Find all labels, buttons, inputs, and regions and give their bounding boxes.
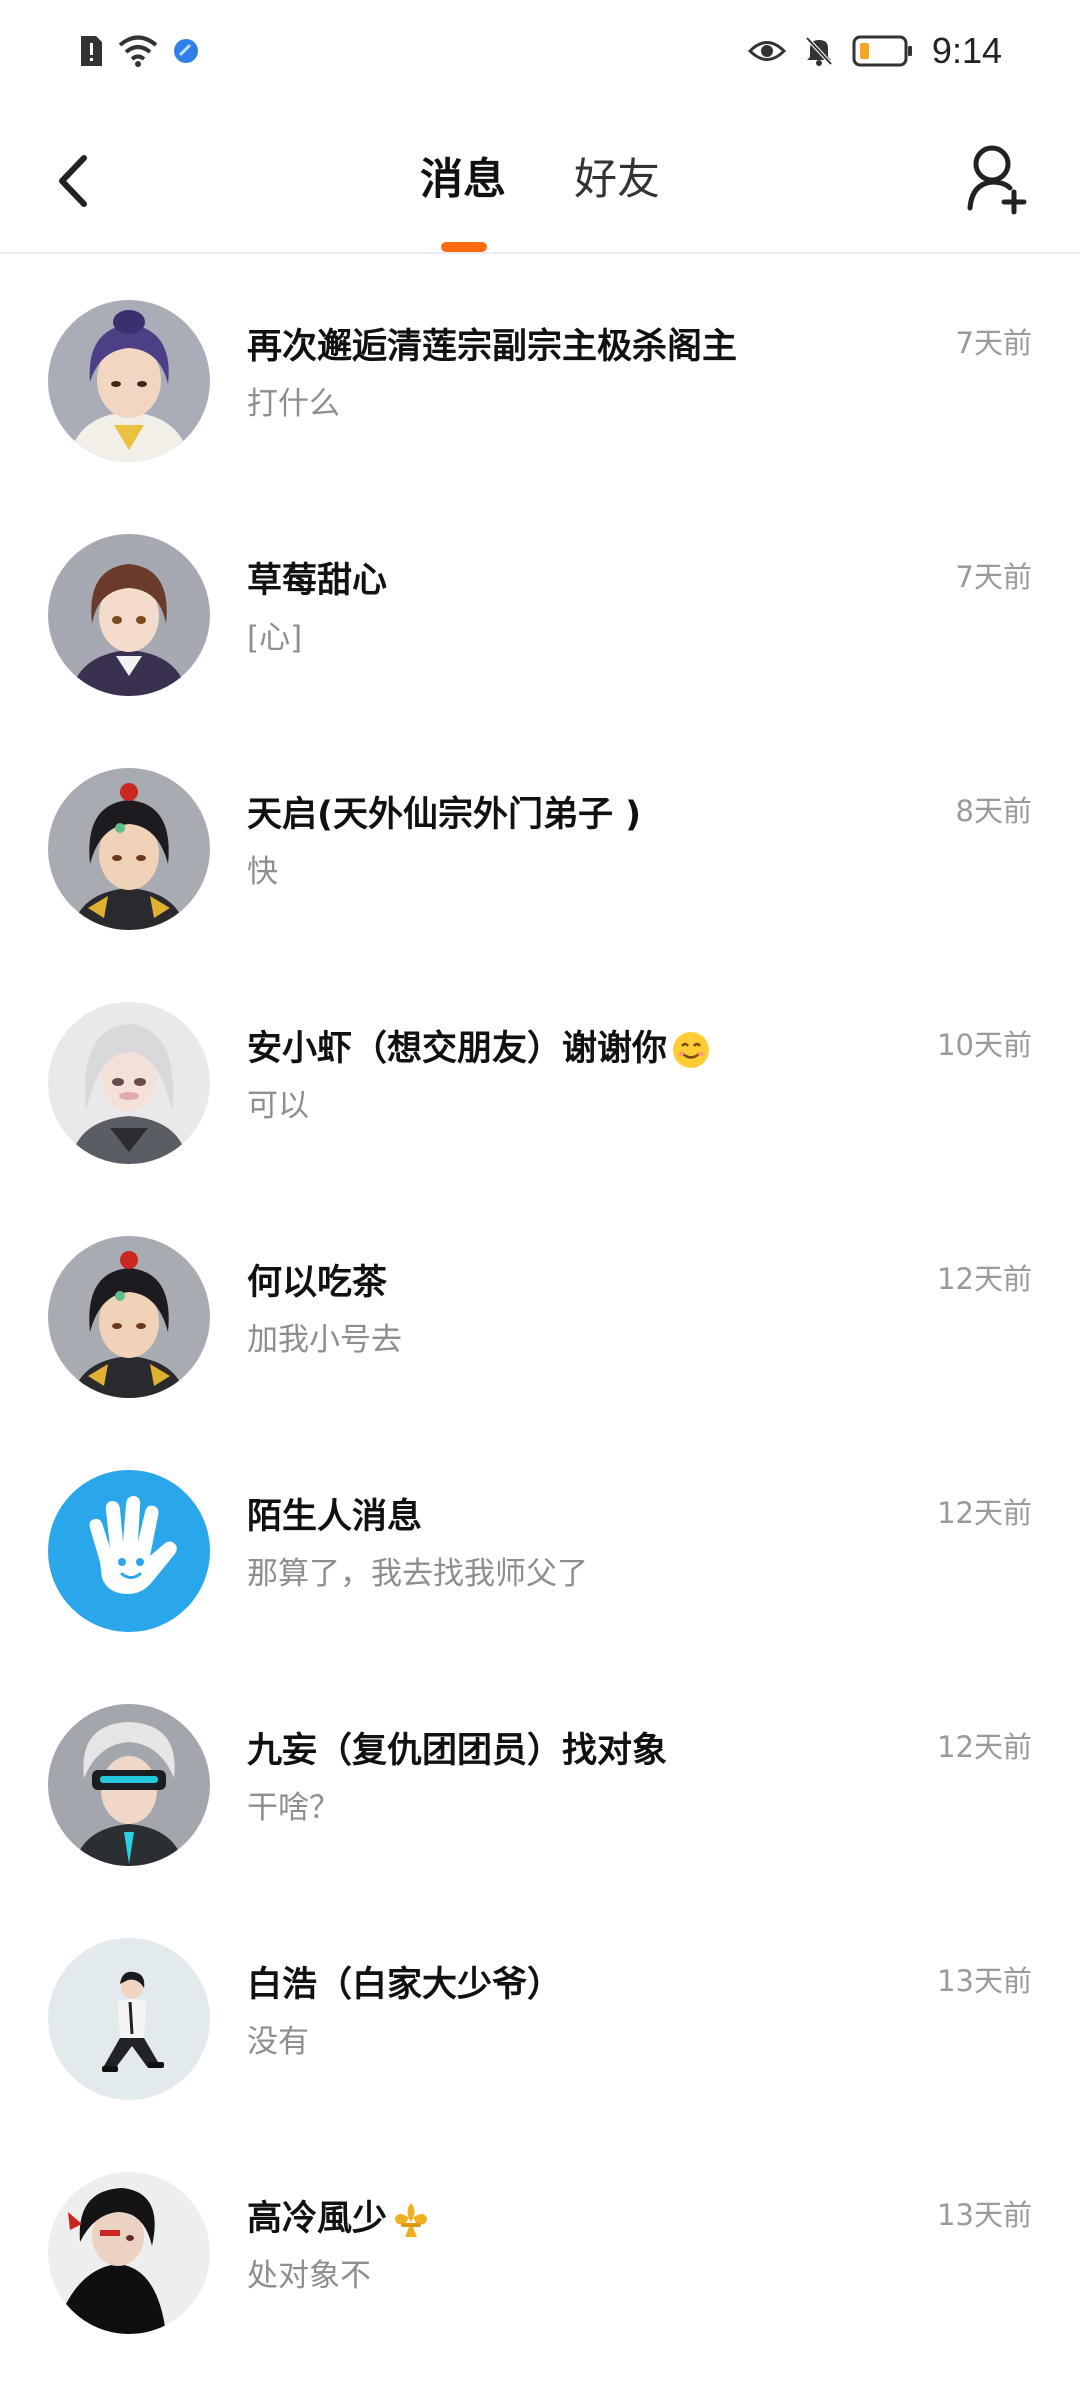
status-bar: 9:14 [0,0,1080,110]
anime-dark-figure-avatar[interactable] [48,2172,210,2334]
conversation-item[interactable]: 天启(天外仙宗外门弟子 ) 快 8天前 [0,720,1080,954]
anime-sitting-figure-avatar[interactable] [48,1938,210,2100]
last-message-preview: 没有 [247,2024,309,2060]
contact-name: 天启(天外仙宗外门弟子 ) [247,795,642,835]
last-message-preview: 可以 [247,1088,309,1124]
last-message-preview: 快 [247,854,278,890]
stranger-hand-icon[interactable] [48,1470,210,1632]
message-time: 7天前 [955,326,1032,360]
last-message-preview: 干啥？ [247,1790,340,1826]
add-user-icon [967,145,1027,215]
wifi-icon [118,35,158,67]
last-message-preview: 处对象不 [247,2258,371,2294]
message-time: 7天前 [955,560,1032,594]
tab-messages[interactable]: 消息 [420,150,506,210]
contact-name-text: 安小虾（想交朋友）谢谢你 [247,1029,668,1069]
top-nav-bar: 消息 好友 [0,110,1080,254]
anime-white-hair-avatar[interactable] [48,1002,210,1164]
last-message-preview: 打什么 [247,386,340,422]
app-badge-icon [174,39,198,63]
contact-name: 九妄（复仇团团员）找对象 [247,1731,668,1771]
message-time: 12天前 [937,1496,1032,1530]
status-left-icons [78,34,200,68]
message-time: 10天前 [937,1028,1032,1062]
alert-icon [81,36,102,66]
contact-name: 草莓甜心 [247,561,388,601]
anime-purple-hair-avatar[interactable] [48,300,210,462]
last-message-preview: 那算了，我去找我师父了 [247,1556,588,1592]
message-time: 12天前 [937,1262,1032,1296]
conversation-item[interactable]: 草莓甜心 [心] 7天前 [0,486,1080,720]
message-time: 8天前 [955,794,1032,828]
message-time: 12天前 [937,1730,1032,1764]
conversation-item[interactable]: 九妄（复仇团团员）找对象 干啥？ 12天前 [0,1656,1080,1890]
message-time: 13天前 [937,2198,1032,2232]
contact-name: 陌生人消息 [247,1497,423,1537]
conversation-item[interactable]: 高冷風少 处对象不 13天前 [0,2124,1080,2358]
battery-icon [852,35,912,67]
contact-name-text: 高冷風少 [247,2199,388,2239]
anime-black-hair-avatar[interactable] [48,768,210,930]
last-message-preview: [心] [247,620,303,656]
contact-name: 再次邂逅清莲宗副宗主极杀阁主 [247,327,738,367]
status-time: 9:14 [931,30,1002,71]
mute-icon [805,36,833,66]
anime-brown-hair-avatar[interactable] [48,534,210,696]
smile-emoji-icon [673,1032,710,1068]
contact-name: 安小虾（想交朋友）谢谢你 [247,1020,711,1071]
conversation-list: 再次邂逅清莲宗副宗主极杀阁主 打什么 7天前 草莓甜心 [心] 7天前 天启(天… [0,252,1080,2358]
contact-name: 白浩（白家大少爷） [247,1965,563,2005]
fleur-de-lis-emoji-icon [395,2203,428,2237]
active-tab-indicator [441,242,487,252]
add-friend-button[interactable] [964,142,1034,218]
tab-friends[interactable]: 好友 [574,150,660,210]
contact-name: 何以吃茶 [247,1263,388,1303]
conversation-item[interactable]: 安小虾（想交朋友）谢谢你 可以 10天前 [0,954,1080,1188]
eye-icon [747,41,786,61]
conversation-item[interactable]: 再次邂逅清莲宗副宗主极杀阁主 打什么 7天前 [0,252,1080,486]
conversation-item[interactable]: 陌生人消息 那算了，我去找我师父了 12天前 [0,1422,1080,1656]
contact-name: 高冷風少 [247,2190,431,2241]
message-time: 13天前 [937,1964,1032,1998]
conversation-item[interactable]: 何以吃茶 加我小号去 12天前 [0,1188,1080,1422]
anime-black-hair-avatar[interactable] [48,1236,210,1398]
status-right-icons: 9:14 [747,30,1002,72]
tab-bar: 消息 好友 [0,110,1080,252]
anime-visor-avatar[interactable] [48,1704,210,1866]
last-message-preview: 加我小号去 [247,1322,402,1358]
conversation-item[interactable]: 白浩（白家大少爷） 没有 13天前 [0,1890,1080,2124]
